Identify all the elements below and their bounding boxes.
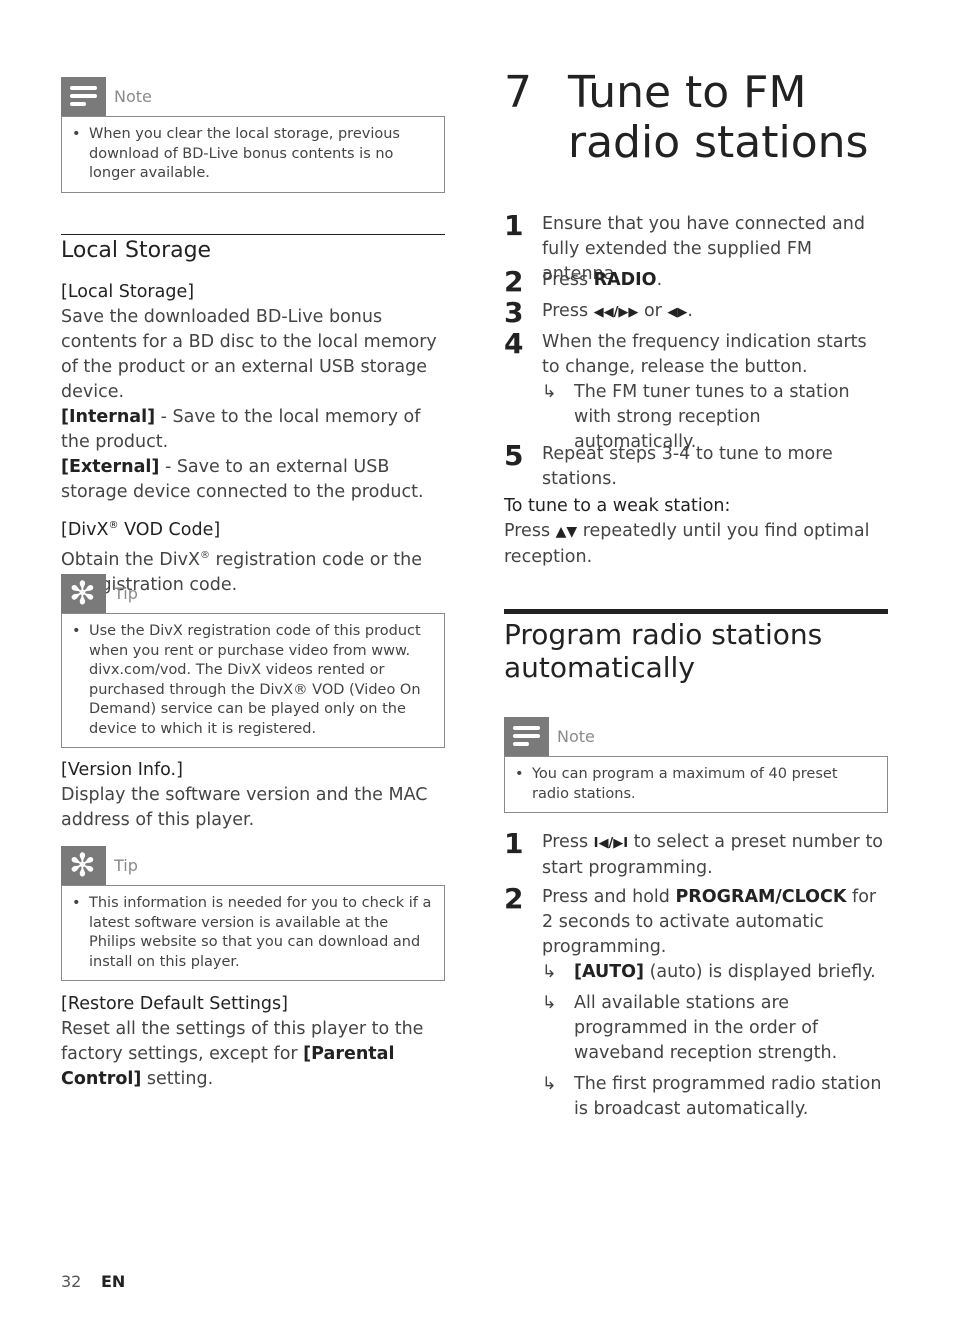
note-box: • When you clear the local storage, previ… (61, 116, 445, 193)
weak-station-block: To tune to a weak station: Press ▲▼ repe… (504, 494, 888, 570)
program-step-2: 2 Press and hold PROGRAM/CLOCK for 2 sec… (504, 885, 888, 1122)
divx-heading: [DivX® VOD Code] (61, 519, 221, 540)
step-3: 3 Press ◀◀/▶▶ or ◀▶. (504, 296, 693, 329)
external-label: [External] (61, 457, 160, 477)
version-desc: Display the software version and the MAC… (61, 785, 428, 830)
tip-icon: ✻ (61, 574, 106, 613)
step-2: 2 Press RADIO. (504, 265, 663, 298)
weak-station-heading: To tune to a weak station: (504, 496, 731, 516)
result-item: ↳ The first programmed radio station is b… (542, 1072, 888, 1122)
section-divider (504, 609, 888, 614)
note-callout: Note • You can program a maximum of 40 pr… (504, 717, 888, 813)
note-text: When you clear the local storage, previo… (89, 126, 400, 181)
chapter-title: Tune to FM radio stations (568, 67, 869, 168)
tip-text: Use the DivX registration code of this p… (89, 623, 421, 737)
local-storage-desc: Save the downloaded BD-Live bonus conten… (61, 307, 437, 402)
result-arrow-icon: ↳ (542, 962, 557, 982)
note-icon (61, 77, 106, 116)
language-code: EN (101, 1272, 126, 1291)
step-4: 4 When the frequency indication starts t… (504, 330, 888, 455)
result-arrow-icon: ↳ (542, 993, 557, 1013)
internal-label: [Internal] (61, 407, 156, 427)
program-step-1: 1 Press I◀/▶I to select a preset number t… (504, 827, 884, 879)
tip-icon: ✻ (61, 846, 106, 885)
note-text: You can program a maximum of 40 preset r… (532, 766, 838, 802)
version-heading: [Version Info.] (61, 760, 183, 780)
note-callout: Note • When you clear the local storage, … (61, 77, 445, 193)
local-storage-block: [Local Storage] Save the downloaded BD-L… (61, 280, 445, 598)
result-item: ↳ All available stations are programmed i… (542, 991, 888, 1066)
tip-label: Tip (114, 856, 138, 875)
result-arrow-icon: ↳ (542, 1074, 557, 1094)
tip-text: This information is needed for you to ch… (89, 895, 432, 970)
chapter-number: 7 (504, 67, 532, 118)
tip-label: Tip (114, 584, 138, 603)
section-title-program: Program radio stations automatically (504, 618, 823, 684)
section-title-local-storage: Local Storage (61, 238, 212, 263)
note-label: Note (557, 727, 595, 746)
note-label: Note (114, 87, 152, 106)
tip-callout: ✻ Tip • This information is needed for yo… (61, 846, 445, 981)
restore-heading: [Restore Default Settings] (61, 994, 288, 1014)
section-divider (61, 234, 445, 235)
tip-callout: ✻ Tip • Use the DivX registration code of… (61, 574, 445, 748)
result-item: ↳ [AUTO] (auto) is displayed briefly. (542, 960, 888, 985)
restore-block: [Restore Default Settings] Reset all the… (61, 992, 445, 1092)
local-storage-heading: [Local Storage] (61, 282, 195, 302)
version-block: [Version Info.] Display the software ver… (61, 758, 445, 833)
page-number: 32 (61, 1272, 82, 1291)
restore-desc: Reset all the settings of this player to… (61, 1019, 424, 1089)
step-5: 5 Repeat steps 3-4 to tune to more statio… (504, 439, 833, 490)
note-icon (504, 717, 549, 756)
